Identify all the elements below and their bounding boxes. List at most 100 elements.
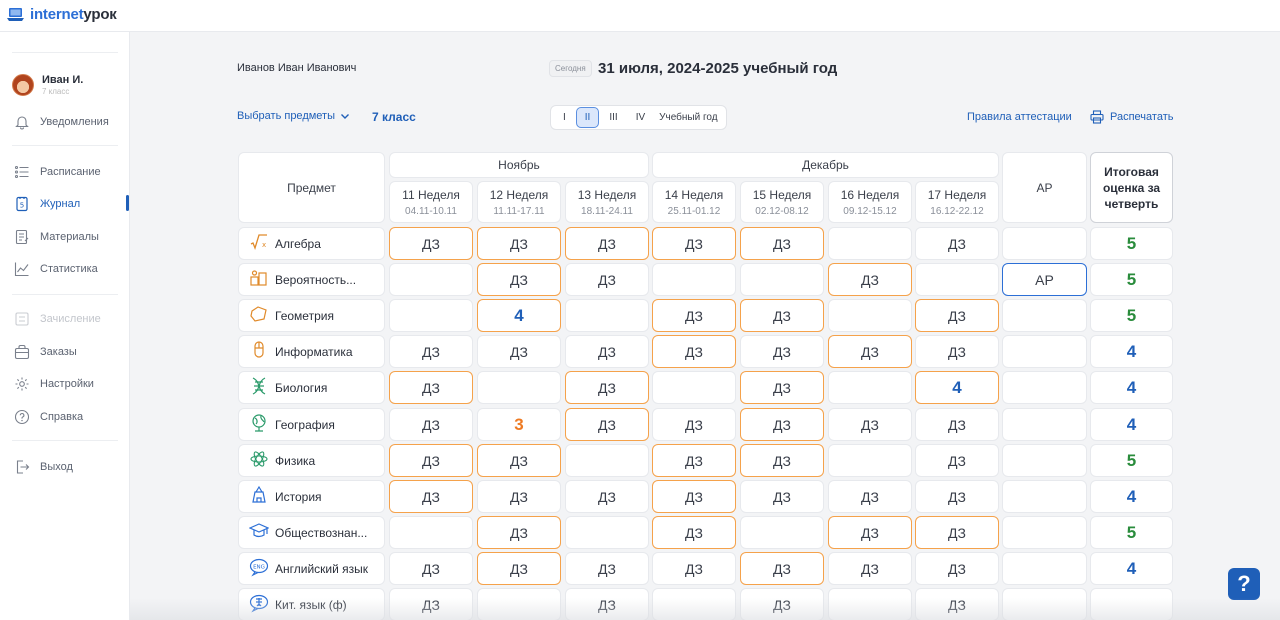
materials-icon xyxy=(15,229,29,245)
grade-cell[interactable]: ДЗ xyxy=(477,263,561,296)
grade-cell[interactable]: ДЗ xyxy=(477,444,561,477)
grade-cell[interactable]: ДЗ xyxy=(652,227,736,260)
subject-cell[interactable]: История xyxy=(238,480,385,513)
period-tab-2[interactable]: II xyxy=(575,107,600,128)
nav-journal[interactable]: 5 Журнал xyxy=(14,195,80,213)
grade-cell[interactable]: ДЗ xyxy=(389,552,473,585)
period-tab-4[interactable]: IV xyxy=(628,107,653,128)
grade-cell[interactable]: ДЗ xyxy=(652,552,736,585)
grade-cell[interactable]: ДЗ xyxy=(477,335,561,368)
select-subjects-dropdown[interactable]: Выбрать предметы xyxy=(237,110,350,122)
nav-materials-label: Материалы xyxy=(40,231,99,243)
print-button[interactable]: Распечатать xyxy=(1090,110,1173,124)
grade-cell[interactable]: ДЗ xyxy=(652,444,736,477)
nav-statistics[interactable]: Статистика xyxy=(14,260,98,278)
grade-cell[interactable]: ДЗ xyxy=(389,335,473,368)
final-grade-cell: 4 xyxy=(1090,371,1173,404)
grade-cell[interactable]: ДЗ xyxy=(565,335,649,368)
grade-cell[interactable]: ДЗ xyxy=(915,299,999,332)
grade-cell[interactable]: ДЗ xyxy=(740,480,824,513)
nav-schedule[interactable]: Расписание xyxy=(14,163,101,181)
subject-cell[interactable]: Обществознан... xyxy=(238,516,385,549)
subject-cell[interactable]: Кит. язык (ф) xyxy=(238,588,385,620)
grade-cell[interactable]: ДЗ xyxy=(652,408,736,441)
grade-cell[interactable]: ДЗ xyxy=(565,408,649,441)
grade-cell[interactable]: ДЗ xyxy=(652,299,736,332)
grade-cell[interactable]: ДЗ xyxy=(389,480,473,513)
grade-cell[interactable]: ДЗ xyxy=(828,263,912,296)
grade-cell[interactable]: ДЗ xyxy=(740,299,824,332)
grade-cell[interactable]: ДЗ xyxy=(828,552,912,585)
class-selector[interactable]: 7 класс xyxy=(372,110,416,124)
user-profile[interactable]: Иван И. 7 класс xyxy=(12,74,83,96)
grade-cell[interactable]: 3 xyxy=(477,408,561,441)
logo[interactable]: internetурок xyxy=(6,4,117,24)
subject-cell[interactable]: Биология xyxy=(238,371,385,404)
attestation-rules-link[interactable]: Правила аттестации xyxy=(967,111,1072,123)
nav-materials[interactable]: Материалы xyxy=(14,228,99,246)
subject-cell[interactable]: География xyxy=(238,408,385,441)
grade-cell[interactable]: ДЗ xyxy=(915,444,999,477)
period-tab-1[interactable]: I xyxy=(555,107,574,128)
subject-cell[interactable]: x Алгебра xyxy=(238,227,385,260)
subject-cell[interactable]: Геометрия xyxy=(238,299,385,332)
grade-cell[interactable]: ДЗ xyxy=(740,335,824,368)
grade-cell[interactable]: ДЗ xyxy=(389,588,473,620)
nav-settings[interactable]: Настройки xyxy=(14,375,94,393)
subject-cell[interactable]: Физика xyxy=(238,444,385,477)
subject-cell[interactable]: ENG Английский язык xyxy=(238,552,385,585)
grade-cell[interactable]: ДЗ xyxy=(828,335,912,368)
grade-cell[interactable]: ДЗ xyxy=(389,227,473,260)
probability-icon xyxy=(249,268,269,291)
logo-text-part2: урок xyxy=(83,5,117,23)
period-tab-year[interactable]: Учебный год xyxy=(655,107,721,128)
grade-cell[interactable]: ДЗ xyxy=(565,263,649,296)
nav-help[interactable]: Справка xyxy=(14,408,83,426)
subject-cell[interactable]: Вероятность... xyxy=(238,263,385,296)
grade-cell[interactable]: ДЗ xyxy=(652,335,736,368)
final-grade-value: 4 xyxy=(1126,341,1137,361)
grade-cell[interactable]: ДЗ xyxy=(740,408,824,441)
grade-cell[interactable]: ДЗ xyxy=(915,335,999,368)
homework-mark: ДЗ xyxy=(598,488,616,505)
ar-cell[interactable]: АР xyxy=(1002,263,1087,296)
grade-cell[interactable]: ДЗ xyxy=(565,588,649,620)
grade-cell[interactable]: ДЗ xyxy=(477,516,561,549)
period-tab-3[interactable]: III xyxy=(601,107,625,128)
grade-cell[interactable]: ДЗ xyxy=(565,552,649,585)
grade-cell[interactable]: ДЗ xyxy=(652,480,736,513)
help-button[interactable]: ? xyxy=(1228,568,1260,600)
nav-orders[interactable]: Заказы xyxy=(14,343,77,361)
grade-cell[interactable]: 4 xyxy=(915,371,999,404)
grade-cell[interactable]: ДЗ xyxy=(477,227,561,260)
grade-cell[interactable]: ДЗ xyxy=(828,516,912,549)
physics-icon xyxy=(249,449,269,472)
grade-cell[interactable]: ДЗ xyxy=(915,408,999,441)
grade-cell[interactable]: ДЗ xyxy=(477,480,561,513)
grade-cell[interactable]: ДЗ xyxy=(565,480,649,513)
grade-cell[interactable]: ДЗ xyxy=(915,516,999,549)
grade-cell[interactable]: ДЗ xyxy=(828,408,912,441)
grade-cell[interactable]: ДЗ xyxy=(740,588,824,620)
grade-cell[interactable]: ДЗ xyxy=(740,227,824,260)
grade-cell[interactable]: ДЗ xyxy=(389,444,473,477)
grade-cell[interactable]: ДЗ xyxy=(389,371,473,404)
grade-cell[interactable]: ДЗ xyxy=(565,371,649,404)
grade-cell[interactable]: ДЗ xyxy=(477,552,561,585)
grade-cell[interactable]: ДЗ xyxy=(915,480,999,513)
grade-cell[interactable]: 4 xyxy=(477,299,561,332)
nav-notifications[interactable]: Уведомления xyxy=(14,113,109,131)
homework-mark: ДЗ xyxy=(773,560,791,577)
grade-cell[interactable]: ДЗ xyxy=(389,408,473,441)
subject-cell[interactable]: Информатика xyxy=(238,335,385,368)
nav-logout[interactable]: Выход xyxy=(14,458,73,476)
grade-cell[interactable]: ДЗ xyxy=(828,480,912,513)
grade-cell[interactable]: ДЗ xyxy=(740,444,824,477)
grade-cell[interactable]: ДЗ xyxy=(565,227,649,260)
grade-cell[interactable]: ДЗ xyxy=(915,552,999,585)
grade-cell[interactable]: ДЗ xyxy=(740,552,824,585)
grade-cell[interactable]: ДЗ xyxy=(740,371,824,404)
grade-cell[interactable]: ДЗ xyxy=(915,227,999,260)
grade-cell[interactable]: ДЗ xyxy=(915,588,999,620)
grade-cell[interactable]: ДЗ xyxy=(652,516,736,549)
